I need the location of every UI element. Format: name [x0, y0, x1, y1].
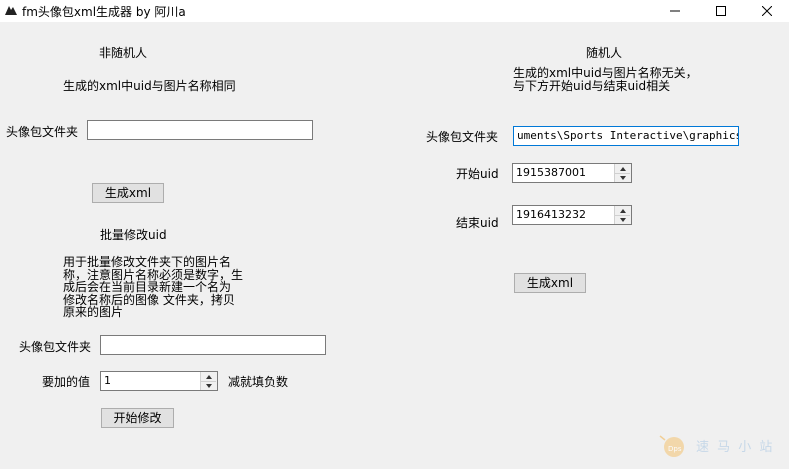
batch-rename-description: 用于批量修改文件夹下的图片名 称，注意图片名称必须是数字，生 成后会在当前目录新…	[63, 256, 253, 319]
watermark: Dps 速 马 小 站	[656, 430, 776, 460]
generate-xml-button[interactable]: 生成xml	[92, 183, 164, 203]
random-description: 生成的xml中uid与图片名称无关， 与下方开始uid与结束uid相关	[513, 67, 713, 92]
app-window: fm头像包xml生成器 by 阿川a 非随机人 生成的xml中uid与图片名称相…	[0, 0, 789, 469]
start-uid-value: 1915387001	[516, 166, 586, 179]
non-random-heading: 非随机人	[99, 46, 148, 60]
add-value-stepper[interactable]: 1	[100, 371, 218, 391]
close-icon	[762, 6, 772, 16]
batch-folder-label: 头像包文件夹	[19, 340, 92, 354]
watermark-logo-icon: Dps	[659, 435, 684, 457]
random-folder-label: 头像包文件夹	[426, 130, 499, 144]
random-heading: 随机人	[586, 46, 623, 60]
svg-text:Dps: Dps	[668, 445, 682, 453]
stepper-down-button[interactable]	[615, 173, 630, 182]
chevron-up-icon	[619, 208, 626, 213]
non-random-description: 生成的xml中uid与图片名称相同	[63, 79, 236, 93]
random-generate-xml-button[interactable]: 生成xml	[514, 273, 586, 293]
end-uid-label: 结束uid	[456, 216, 499, 230]
add-value-label: 要加的值	[42, 375, 91, 389]
start-uid-stepper[interactable]: 1915387001	[512, 163, 632, 183]
title-bar: fm头像包xml生成器 by 阿川a	[0, 0, 789, 22]
random-desc-line: 生成的xml中uid与图片名称无关，	[513, 66, 698, 80]
chevron-down-icon	[619, 175, 626, 180]
batch-folder-input[interactable]	[100, 335, 326, 355]
minimize-button[interactable]	[652, 0, 698, 22]
random-desc-line: 与下方开始uid与结束uid相关	[513, 78, 671, 93]
window-title: fm头像包xml生成器 by 阿川a	[22, 5, 186, 19]
stepper-down-button[interactable]	[201, 381, 216, 390]
end-uid-value: 1916413232	[516, 208, 586, 221]
batch-desc-line: 成后会在当前目录新建一个名为	[63, 280, 232, 294]
end-uid-stepper[interactable]: 1916413232	[512, 205, 632, 225]
chevron-up-icon	[205, 374, 212, 379]
batch-desc-line: 原来的图片	[63, 305, 124, 319]
start-uid-label: 开始uid	[456, 167, 499, 181]
maximize-icon	[716, 6, 726, 16]
chevron-down-icon	[619, 217, 626, 222]
start-rename-button[interactable]: 开始修改	[101, 408, 174, 428]
folder-label: 头像包文件夹	[6, 125, 79, 139]
add-value-value: 1	[104, 374, 111, 387]
folder-input[interactable]	[87, 120, 313, 140]
batch-rename-heading: 批量修改uid	[100, 228, 167, 242]
chevron-down-icon	[205, 383, 212, 388]
stepper-down-button[interactable]	[615, 215, 630, 224]
chevron-up-icon	[619, 166, 626, 171]
watermark-text: 速 马 小 站	[696, 440, 775, 455]
random-folder-input[interactable]: uments\Sports Interactive\graphics\03	[513, 126, 739, 146]
add-value-hint: 减就填负数	[228, 375, 289, 389]
minimize-icon	[670, 10, 680, 12]
close-button[interactable]	[744, 0, 789, 22]
app-logo-icon	[5, 6, 17, 15]
batch-desc-line: 用于批量修改文件夹下的图片名	[63, 255, 232, 269]
maximize-button[interactable]	[698, 0, 744, 22]
